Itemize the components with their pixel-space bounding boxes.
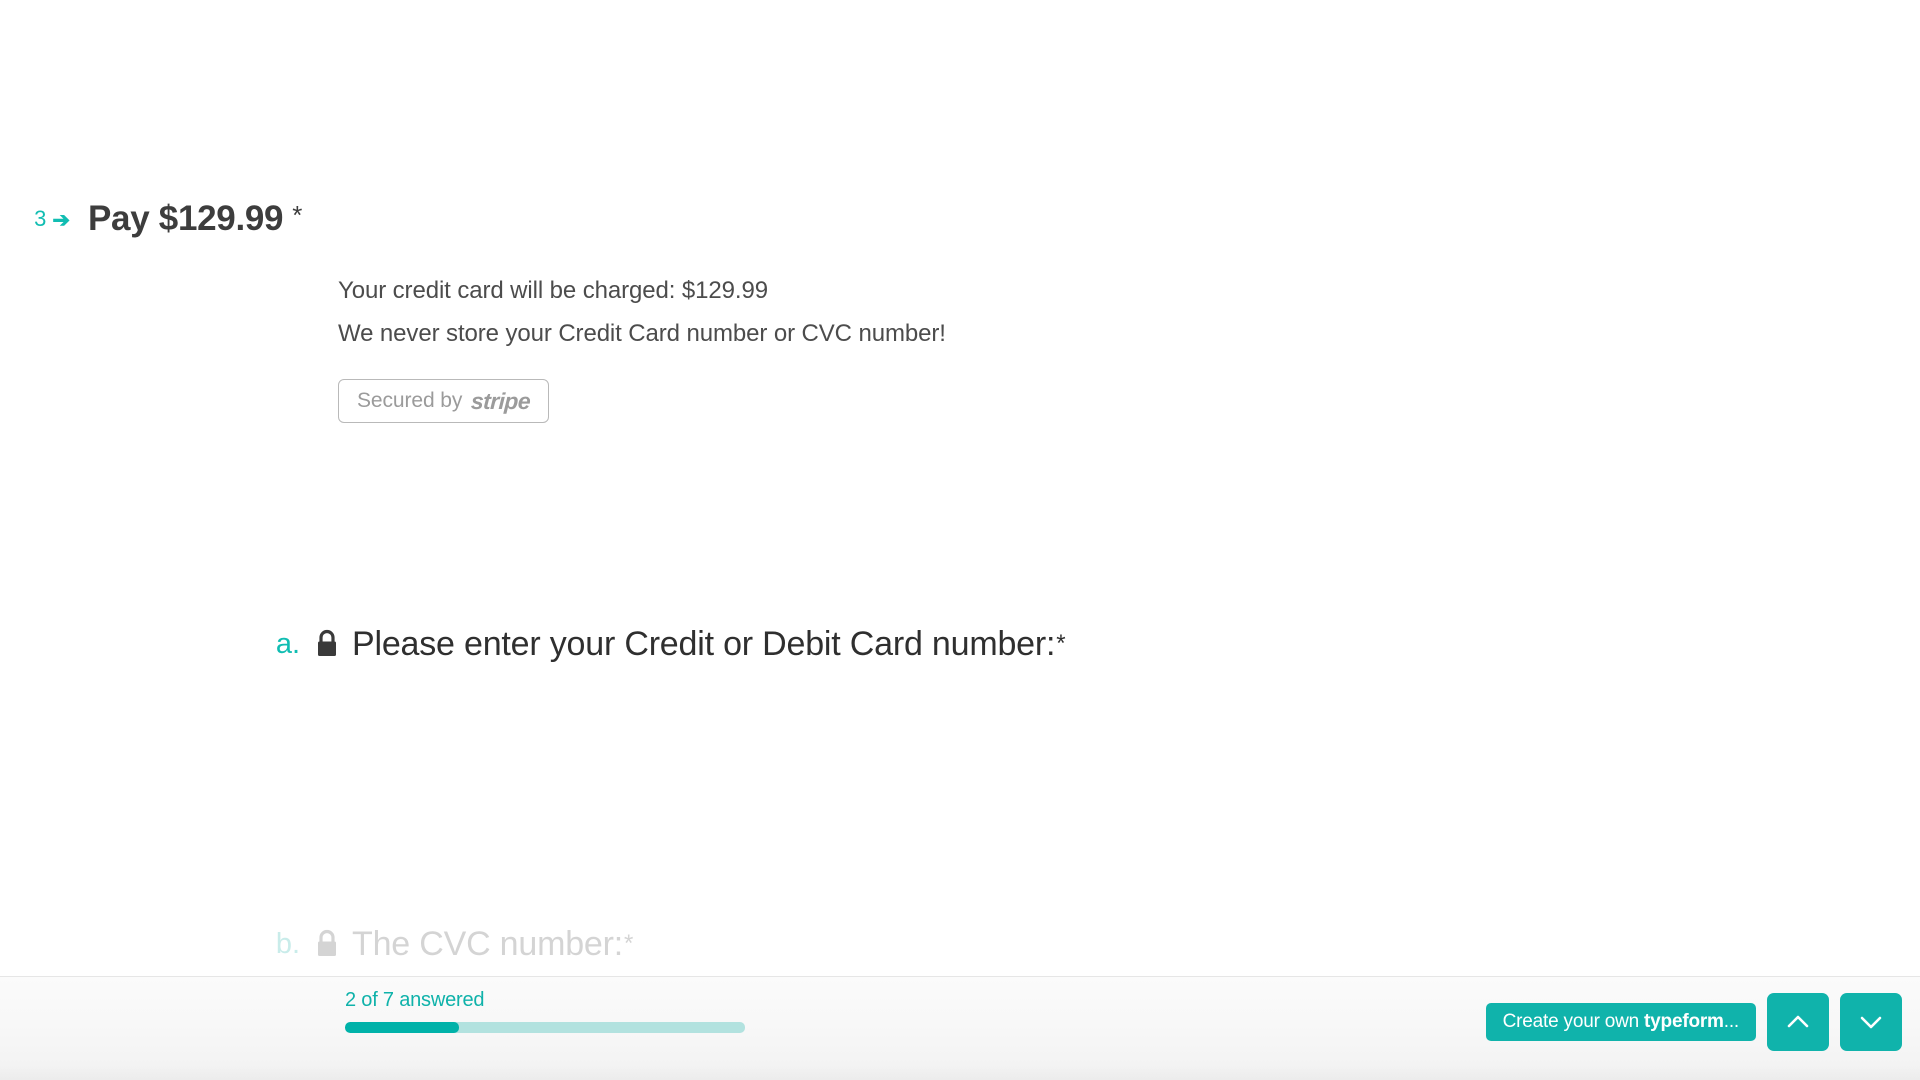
typeform-payment-form: 3 ➔ Pay $129.99 * Your credit card will be…: [0, 0, 1920, 1080]
question-block-pay: 3 ➔ Pay $129.99 * Your credit card will be…: [0, 196, 1920, 423]
cta-brand-label: typeform: [1644, 1011, 1724, 1032]
lock-icon: [314, 929, 340, 959]
sub-question-letter: b.: [275, 928, 300, 960]
progress-bar-track: [345, 1022, 745, 1033]
sub-question-card-number[interactable]: a. Please enter your Credit or Debit Car…: [0, 620, 1920, 668]
charge-amount-text: Your credit card will be charged: $129.9…: [338, 277, 768, 304]
question-number-value: 3: [34, 206, 47, 231]
lock-icon: [314, 629, 340, 659]
question-title-wrap: Pay $129.99 *: [80, 196, 302, 242]
sub-question-heading-row: a. Please enter your Credit or Debit Car…: [0, 620, 1920, 668]
page-title: Pay $129.99: [88, 199, 284, 238]
form-content-area: 3 ➔ Pay $129.99 * Your credit card will be…: [0, 0, 1920, 976]
nav-previous-button[interactable]: [1767, 993, 1829, 1051]
payment-description: Your credit card will be charged: $129.9…: [338, 269, 1920, 423]
stripe-logo: stripe: [470, 387, 531, 414]
footer-bar: 2 of 7 answered Create your own typeform.…: [0, 976, 1920, 1080]
sub-question-heading-row: b. The CVC number: *: [0, 920, 1920, 968]
nav-next-button[interactable]: [1840, 993, 1902, 1051]
progress-bar-fill: [345, 1022, 459, 1033]
chevron-up-icon: [1787, 1015, 1809, 1028]
cta-prefix-label: Create your own: [1502, 1011, 1640, 1032]
arrow-right-icon: ➔: [52, 209, 70, 232]
sub-question-required-marker: *: [624, 930, 634, 957]
privacy-notice-text: We never store your Credit Card number o…: [338, 320, 946, 347]
question-heading-row: 3 ➔ Pay $129.99 *: [0, 196, 1920, 243]
footer-bottom-fade: [0, 1066, 1920, 1080]
progress-area: 2 of 7 answered: [345, 989, 745, 1033]
footer-actions: Create your own typeform...: [1485, 993, 1902, 1051]
stripe-secured-badge: Secured by stripe: [338, 379, 550, 423]
cta-suffix-label: ...: [1723, 1011, 1739, 1032]
sub-question-cvc-number[interactable]: b. The CVC number: *: [0, 920, 1920, 968]
progress-label: 2 of 7 answered: [345, 989, 485, 1011]
question-number: 3 ➔: [0, 196, 80, 243]
sub-question-required-marker: *: [1056, 630, 1066, 657]
create-your-own-typeform-button[interactable]: Create your own typeform...: [1485, 1003, 1756, 1041]
sub-question-title: Please enter your Credit or Debit Card n…: [352, 625, 1056, 663]
stripe-badge-prefix: Secured by: [357, 389, 463, 412]
chevron-down-icon: [1860, 1016, 1882, 1029]
sub-question-title: The CVC number:: [352, 925, 623, 963]
required-marker: *: [292, 199, 303, 230]
sub-question-letter: a.: [275, 628, 300, 660]
